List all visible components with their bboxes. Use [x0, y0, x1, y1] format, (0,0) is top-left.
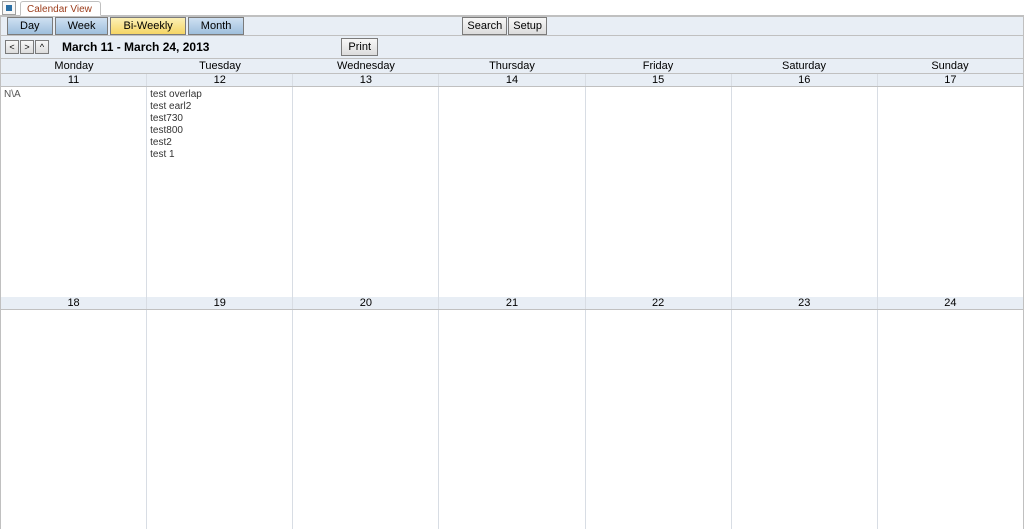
- calendar-cell[interactable]: [439, 87, 585, 297]
- weekday-label: Wednesday: [293, 59, 439, 73]
- calendar-cell[interactable]: [878, 310, 1023, 529]
- nav-bar: < > ^ March 11 - March 24, 2013 Print: [0, 36, 1024, 58]
- prev-button[interactable]: <: [5, 40, 19, 54]
- print-button[interactable]: Print: [341, 38, 378, 56]
- date-label: 21: [439, 297, 585, 309]
- view-day-button[interactable]: Day: [7, 17, 53, 35]
- date-label: 19: [147, 297, 293, 309]
- calendar-grid: Monday Tuesday Wednesday Thursday Friday…: [0, 58, 1024, 529]
- date-label: 23: [732, 297, 878, 309]
- calendar-cell[interactable]: [439, 310, 585, 529]
- date-label: 15: [586, 74, 732, 86]
- date-label: 11: [1, 74, 147, 86]
- date-label: 17: [878, 74, 1023, 86]
- calendar-cell[interactable]: [586, 310, 732, 529]
- calendar-cell[interactable]: N\A: [1, 87, 147, 297]
- date-label: 24: [878, 297, 1023, 309]
- calendar-cell[interactable]: [732, 310, 878, 529]
- next-button[interactable]: >: [20, 40, 34, 54]
- up-button[interactable]: ^: [35, 40, 49, 54]
- weekday-header: Monday Tuesday Wednesday Thursday Friday…: [1, 58, 1023, 74]
- view-month-button[interactable]: Month: [188, 17, 245, 35]
- calendar-cell[interactable]: test overlaptest earl2test730test800test…: [147, 87, 293, 297]
- event-item[interactable]: test earl2: [150, 101, 289, 113]
- event-item[interactable]: test800: [150, 125, 289, 137]
- view-biweekly-button[interactable]: Bi-Weekly: [110, 17, 185, 35]
- event-item[interactable]: test730: [150, 113, 289, 125]
- date-label: 16: [732, 74, 878, 86]
- date-label: 12: [147, 74, 293, 86]
- calendar-cell[interactable]: [147, 310, 293, 529]
- calendar-cell[interactable]: [732, 87, 878, 297]
- view-toolbar: Day Week Bi-Weekly Month Search Setup: [0, 16, 1024, 36]
- calendar-cell[interactable]: [586, 87, 732, 297]
- date-label: 13: [293, 74, 439, 86]
- weekday-label: Tuesday: [147, 59, 293, 73]
- date-label: 22: [586, 297, 732, 309]
- date-label: 18: [1, 297, 147, 309]
- setup-button[interactable]: Setup: [508, 17, 547, 35]
- event-item[interactable]: test 1: [150, 149, 289, 161]
- date-range-title: March 11 - March 24, 2013: [62, 40, 209, 54]
- cells-row-1: N\A test overlaptest earl2test730test800…: [1, 87, 1023, 297]
- weekday-label: Monday: [1, 59, 147, 73]
- calendar-cell[interactable]: [878, 87, 1023, 297]
- weekday-label: Saturday: [731, 59, 877, 73]
- event-item[interactable]: test2: [150, 137, 289, 149]
- calendar-cell[interactable]: [293, 310, 439, 529]
- event-item[interactable]: test overlap: [150, 89, 289, 101]
- weekday-label: Friday: [585, 59, 731, 73]
- weekday-label: Sunday: [877, 59, 1023, 73]
- cells-row-2: [1, 310, 1023, 529]
- calendar-cell[interactable]: [293, 87, 439, 297]
- search-button[interactable]: Search: [462, 17, 507, 35]
- date-header-row1: 11 12 13 14 15 16 17: [1, 74, 1023, 87]
- calendar-cell[interactable]: [1, 310, 147, 529]
- weekday-label: Thursday: [439, 59, 585, 73]
- calendar-view-icon: [2, 1, 16, 15]
- date-header-row2: 18 19 20 21 22 23 24: [1, 297, 1023, 310]
- view-week-button[interactable]: Week: [55, 17, 109, 35]
- date-label: 14: [439, 74, 585, 86]
- date-label: 20: [293, 297, 439, 309]
- na-label: N\A: [4, 89, 21, 100]
- tab-calendar-view[interactable]: Calendar View: [20, 1, 101, 16]
